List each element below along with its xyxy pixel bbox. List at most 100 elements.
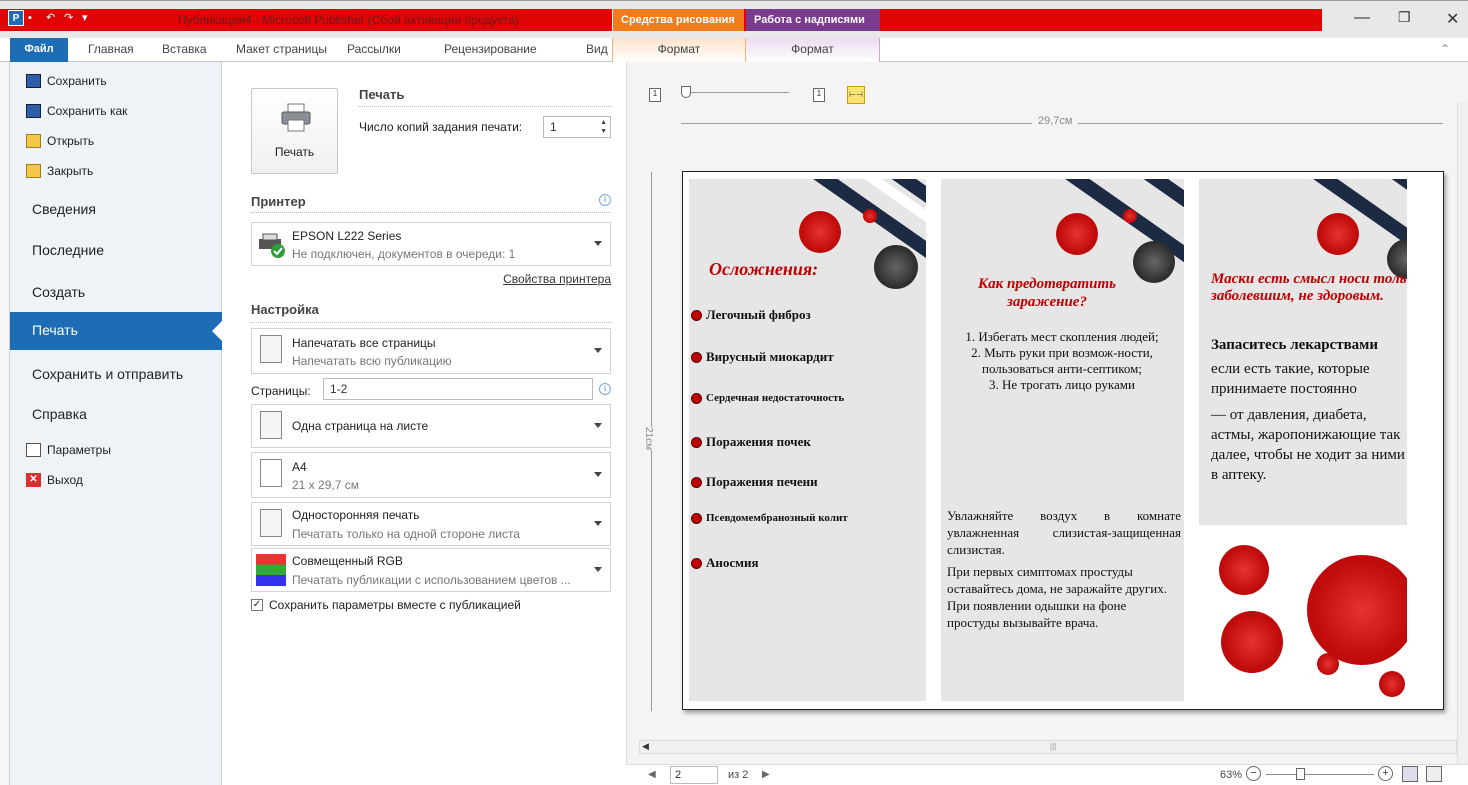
print-button-label: Печать xyxy=(274,145,315,159)
info-icon[interactable]: i xyxy=(599,194,611,206)
color-main: Совмещенный RGB xyxy=(292,554,403,568)
complication-item: Легочный фиброз xyxy=(691,307,811,323)
complication-item: Псевдомембранозный колит xyxy=(691,512,848,524)
spinner-icon[interactable]: ▲ ▼ xyxy=(600,118,607,136)
close-command[interactable]: Закрыть xyxy=(26,164,93,178)
close-button[interactable]: ✕ xyxy=(1446,9,1459,29)
bullet xyxy=(691,557,702,569)
nav-help[interactable]: Справка xyxy=(32,406,87,422)
complication-text: Легочный фиброз xyxy=(706,307,811,322)
fit-page-icon[interactable] xyxy=(1402,766,1418,782)
open-command[interactable]: Открыть xyxy=(26,134,94,148)
undo-icon[interactable]: ↶ xyxy=(46,11,60,25)
redo-icon[interactable]: ↷ xyxy=(64,11,78,25)
save-settings-label: Сохранить параметры вместе с публикацией xyxy=(269,598,521,612)
close-label: Закрыть xyxy=(47,164,94,178)
exit-command[interactable]: ✕ Выход xyxy=(26,473,83,487)
paper-size-sub: 21 x 29,7 см xyxy=(292,478,359,492)
printer-name: EPSON L222 Series xyxy=(292,229,402,243)
printer-ready-icon xyxy=(259,233,285,258)
save-settings-option[interactable]: ✓ Сохранить параметры вместе с публикаци… xyxy=(251,598,521,612)
duplex-dropdown[interactable]: Односторонняя печать Печатать только на … xyxy=(251,502,611,546)
tab-format-text[interactable]: Формат xyxy=(746,38,880,62)
publisher-app-icon[interactable]: P xyxy=(8,10,24,26)
tab-view[interactable]: Вид xyxy=(586,42,608,56)
prevention-step: 2. Мыть руки при возмож-ности, пользоват… xyxy=(971,345,1153,376)
page-number-input[interactable]: 2 xyxy=(670,766,718,784)
vertical-scrollbar[interactable] xyxy=(1457,102,1468,768)
save-settings-checkbox[interactable]: ✓ xyxy=(251,599,263,611)
nav-print[interactable]: Печать xyxy=(10,312,223,350)
page-total: из 2 xyxy=(728,769,749,781)
virus-image xyxy=(1123,209,1137,223)
print-button[interactable]: Печать xyxy=(251,88,338,174)
zoom-slider-thumb[interactable] xyxy=(1296,768,1305,780)
color-dropdown[interactable]: Совмещенный RGB Печатать публикации с ис… xyxy=(251,548,611,592)
zoom-in-icon[interactable]: + xyxy=(1378,766,1393,781)
pages-per-sheet-dropdown[interactable]: Одна страница на листе xyxy=(251,404,611,448)
nav-info[interactable]: Сведения xyxy=(32,201,96,217)
save-as-command[interactable]: Сохранить как xyxy=(26,104,127,118)
save-qat-icon[interactable]: ▪ xyxy=(28,11,42,25)
drawing-tools-context: Средства рисования xyxy=(612,9,744,31)
tab-home[interactable]: Главная xyxy=(88,42,134,56)
chevron-down-icon xyxy=(594,241,602,246)
bullet xyxy=(691,512,702,524)
nav-new[interactable]: Создать xyxy=(32,284,85,300)
prevention-list: 1. Избегать мест скопления людей; 2. Мыт… xyxy=(955,329,1169,393)
scroll-thumb[interactable]: ||| xyxy=(1050,742,1056,751)
options-command[interactable]: Параметры xyxy=(26,443,111,457)
print-range-dropdown[interactable]: Напечатать все страницы Напечатать всю п… xyxy=(251,328,611,374)
printer-dropdown[interactable]: EPSON L222 Series Не подключен, документ… xyxy=(251,222,611,266)
width-measurement: 29,7см xyxy=(1032,115,1079,127)
restore-button[interactable]: ❐ xyxy=(1398,9,1411,26)
complication-item: Поражения почек xyxy=(691,434,811,450)
pages-input[interactable]: 1-2 xyxy=(323,378,593,400)
horizontal-scrollbar[interactable]: ◀ ||| xyxy=(639,740,1457,754)
zoom-slider-thumb[interactable] xyxy=(681,86,691,98)
complication-text: Сердечная недостаточность xyxy=(706,392,845,404)
nav-recent[interactable]: Последние xyxy=(32,242,104,258)
tab-file[interactable]: Файл xyxy=(10,38,68,62)
single-page-view-icon[interactable]: 1 xyxy=(649,88,661,102)
title-bar: P ▪ ↶ ↷ ▾ Публикация4 - Microsoft Publis… xyxy=(0,0,1468,38)
complication-item: Вирусный миокардит xyxy=(691,349,834,365)
complication-item: Сердечная недостаточность xyxy=(691,392,844,404)
nav-save-send[interactable]: Сохранить и отправить xyxy=(32,366,183,382)
tab-format-drawing[interactable]: Формат xyxy=(612,38,746,62)
virus-image xyxy=(1056,213,1098,255)
virus-image xyxy=(1317,213,1359,255)
scroll-left-icon[interactable]: ◀ xyxy=(642,741,649,752)
zoom-out-icon[interactable]: − xyxy=(1246,766,1261,781)
collapse-ribbon-icon[interactable]: ⌃ xyxy=(1440,42,1450,56)
previous-page-icon[interactable]: ◀ xyxy=(648,769,656,780)
tab-review[interactable]: Рецензирование xyxy=(444,42,537,56)
zoom-track[interactable] xyxy=(683,92,789,93)
printer-properties-link[interactable]: Свойства принтера xyxy=(503,272,611,286)
text-tools-context: Работа с надписями xyxy=(746,9,880,31)
page-view-icon[interactable]: 1 xyxy=(813,88,825,102)
height-measurement: 21см xyxy=(643,427,654,450)
tab-page-layout[interactable]: Макет страницы xyxy=(236,42,327,56)
single-page-icon xyxy=(260,411,282,439)
exit-icon: ✕ xyxy=(26,473,41,487)
copies-input[interactable]: 1 ▲ ▼ xyxy=(543,116,611,138)
masks-title: Маски есть смысл носи только заболевшим,… xyxy=(1211,271,1407,304)
next-page-icon[interactable]: ▶ xyxy=(762,769,770,780)
paper-size-dropdown[interactable]: A4 21 x 29,7 см xyxy=(251,452,611,498)
info-icon[interactable]: i xyxy=(599,383,611,395)
options-label: Параметры xyxy=(47,443,111,457)
multiple-pages-icon[interactable] xyxy=(1426,766,1442,782)
bullet xyxy=(691,436,702,448)
ruler-toggle-icon[interactable]: ⊢⊣ xyxy=(847,86,865,104)
tab-insert[interactable]: Вставка xyxy=(162,42,207,56)
chevron-down-icon xyxy=(594,567,602,572)
customize-qat-icon[interactable]: ▾ xyxy=(82,11,96,25)
tab-mailings[interactable]: Рассылки xyxy=(347,42,401,56)
symptoms-paragraph: При первых симптомах простуды оставайтес… xyxy=(947,564,1167,630)
printer-heading: Принтер xyxy=(251,194,306,209)
save-command[interactable]: Сохранить xyxy=(26,74,107,88)
minimize-button[interactable]: — xyxy=(1354,9,1370,27)
complication-text: Поражения печени xyxy=(706,474,818,489)
zoom-slider[interactable] xyxy=(1266,774,1374,775)
